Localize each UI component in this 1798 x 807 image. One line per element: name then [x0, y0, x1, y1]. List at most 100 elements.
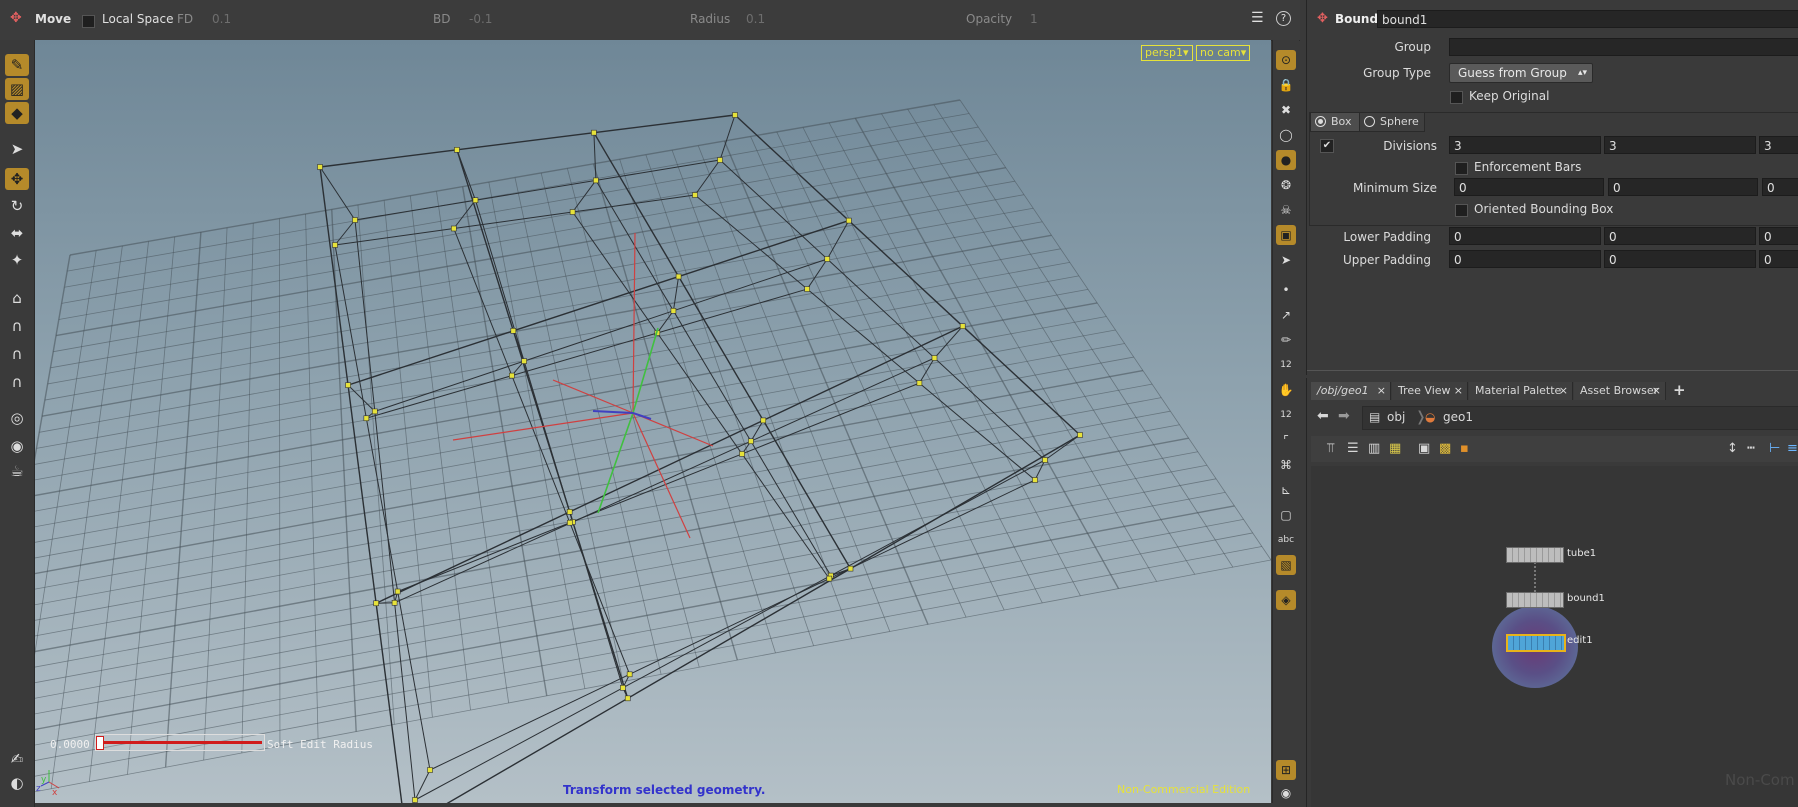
render-tool-icon[interactable]: ☕ — [5, 460, 29, 482]
local-space-checkbox[interactable] — [82, 15, 95, 28]
background-image-icon[interactable]: ▧ — [1276, 555, 1296, 575]
point-number-icon[interactable]: 12 — [1276, 355, 1296, 375]
upper-padding-z-field[interactable]: 0 — [1759, 250, 1798, 268]
paint-bucket-icon[interactable]: ✍ — [5, 748, 29, 770]
lattice-point[interactable] — [931, 355, 938, 361]
group-field[interactable] — [1449, 38, 1798, 56]
lattice-point[interactable] — [739, 451, 745, 457]
oriented-bbox-checkbox[interactable] — [1455, 204, 1468, 217]
lattice-point[interactable] — [569, 209, 576, 215]
rotate-tool-icon[interactable]: ↻ — [5, 195, 29, 217]
box-network-icon[interactable]: ▪ — [1460, 441, 1469, 456]
lattice-point[interactable] — [675, 273, 682, 280]
box-radio[interactable] — [1315, 116, 1326, 127]
dashes-icon[interactable]: ┅ — [1747, 441, 1755, 456]
pose-tool-icon[interactable]: ⌂ — [5, 287, 29, 309]
tab-asset-browser[interactable]: Asset Browser × — [1574, 382, 1666, 400]
lower-padding-z-field[interactable]: 0 — [1759, 227, 1798, 245]
lattice-point[interactable] — [566, 509, 573, 515]
tab-material-palette[interactable]: Material Palette × — [1469, 382, 1573, 400]
lattice-point[interactable] — [959, 323, 966, 330]
layout-icon[interactable]: ⊞ — [1276, 760, 1296, 780]
paint-tool-icon[interactable]: ▨ — [5, 78, 29, 100]
hand-icon[interactable]: ✋ — [1276, 380, 1296, 400]
lattice-point[interactable] — [332, 242, 338, 248]
lattice-point[interactable] — [692, 192, 698, 198]
tab-tree-view[interactable]: Tree View × — [1392, 382, 1468, 400]
forward-arrow-icon[interactable]: ➡ — [1338, 408, 1350, 424]
back-arrow-icon[interactable]: ⬅ — [1317, 408, 1329, 424]
brush-tool-icon[interactable]: ◆ — [5, 102, 29, 124]
pin-icon[interactable]: ◈ — [1276, 590, 1296, 610]
lattice-point[interactable] — [1032, 477, 1038, 483]
add-tab-button[interactable]: + — [1673, 381, 1686, 399]
lower-padding-x-field[interactable]: 0 — [1449, 227, 1601, 245]
lattice-point[interactable] — [1077, 432, 1083, 438]
sculpt-tool-icon[interactable]: ✎ — [5, 54, 29, 76]
close-icon[interactable]: × — [1377, 382, 1386, 400]
palette-icon[interactable]: ▦ — [1389, 441, 1401, 456]
overlay-icon[interactable]: ▢ — [1276, 505, 1296, 525]
view-tool-icon[interactable]: ◎ — [5, 407, 29, 429]
lattice-point[interactable] — [510, 328, 517, 334]
cam-menu[interactable]: no cam▾ — [1196, 45, 1251, 61]
network-view-icon[interactable]: ▥ — [1368, 441, 1380, 456]
display-options-icon[interactable]: ☰ — [1251, 10, 1264, 26]
lattice-point[interactable] — [412, 797, 418, 803]
opacity-field[interactable]: 1 — [1030, 12, 1038, 26]
close-icon[interactable]: × — [1454, 382, 1463, 400]
sphere-radio[interactable] — [1364, 116, 1375, 127]
lattice-point[interactable] — [670, 308, 677, 314]
tree-icon[interactable]: ⫪ — [1327, 441, 1334, 456]
path-child[interactable]: geo1 — [1443, 410, 1473, 424]
magnet-tool-icon[interactable]: ∩ — [5, 315, 29, 337]
light-icon[interactable]: ● — [1276, 150, 1296, 170]
text-icon[interactable]: abc — [1276, 530, 1296, 550]
radius-field[interactable]: 0.1 — [746, 12, 765, 26]
lattice-point[interactable] — [345, 382, 351, 388]
node-bound1[interactable] — [1506, 592, 1564, 608]
lattice-point[interactable] — [371, 408, 378, 415]
sphere-tab[interactable]: Sphere — [1359, 112, 1425, 132]
handle-tool-icon[interactable]: ✦ — [5, 249, 29, 271]
camera-view-icon[interactable]: ▣ — [1276, 225, 1296, 245]
eye-icon[interactable]: ◉ — [1276, 783, 1296, 803]
camera-menu[interactable]: persp1▾ — [1141, 45, 1193, 61]
move-tool-icon[interactable]: ✥ — [5, 168, 29, 190]
skull-icon[interactable]: ☠ — [1276, 200, 1296, 220]
lattice-point[interactable] — [847, 565, 854, 572]
divisions-y-field[interactable]: 3 — [1604, 136, 1756, 154]
lattice-point[interactable] — [509, 372, 515, 379]
keep-original-checkbox[interactable] — [1450, 91, 1463, 104]
node-tube1[interactable] — [1506, 547, 1564, 563]
lattice-point[interactable] — [317, 164, 323, 170]
lattice-point[interactable] — [1042, 457, 1048, 463]
cursor-icon[interactable]: ➤ — [1276, 250, 1296, 270]
view-orient-icon[interactable]: ⊙ — [1276, 50, 1296, 70]
lattice-point[interactable] — [916, 380, 923, 386]
align-icon[interactable]: ⊢ — [1769, 441, 1780, 456]
lower-padding-y-field[interactable]: 0 — [1604, 227, 1756, 245]
scene-viewport[interactable]: persp1▾ no cam▾ 0.0000 Soft Edit Radius … — [35, 40, 1271, 803]
lattice-point[interactable] — [826, 575, 833, 582]
lattice-point[interactable] — [450, 225, 457, 232]
group-type-select[interactable]: Guess from Group ▴▾ — [1449, 63, 1593, 83]
lattice-point[interactable] — [626, 671, 633, 678]
camera-icon[interactable]: ◐ — [5, 772, 29, 794]
lattice-point[interactable] — [846, 217, 852, 224]
lattice-point[interactable] — [472, 197, 479, 203]
box-tab[interactable]: Box — [1310, 112, 1360, 132]
image-icon[interactable]: ▣ — [1418, 441, 1430, 456]
node-name-field[interactable]: bound1 — [1377, 10, 1798, 28]
lattice-point[interactable] — [394, 588, 401, 595]
align-left-icon[interactable]: ≡ — [1787, 441, 1798, 456]
move-tool-icon[interactable]: ✥ — [10, 10, 22, 26]
lattice-point[interactable] — [373, 600, 379, 607]
lattice-point[interactable] — [804, 286, 811, 292]
path-root[interactable]: obj — [1387, 410, 1405, 424]
fd-field[interactable]: 0.1 — [212, 12, 231, 26]
min-size-x-field[interactable]: 0 — [1454, 178, 1604, 196]
lattice-point[interactable] — [363, 415, 370, 422]
lattice-point[interactable] — [717, 157, 723, 163]
magnet-alt-tool-icon[interactable]: ∩ — [5, 343, 29, 365]
